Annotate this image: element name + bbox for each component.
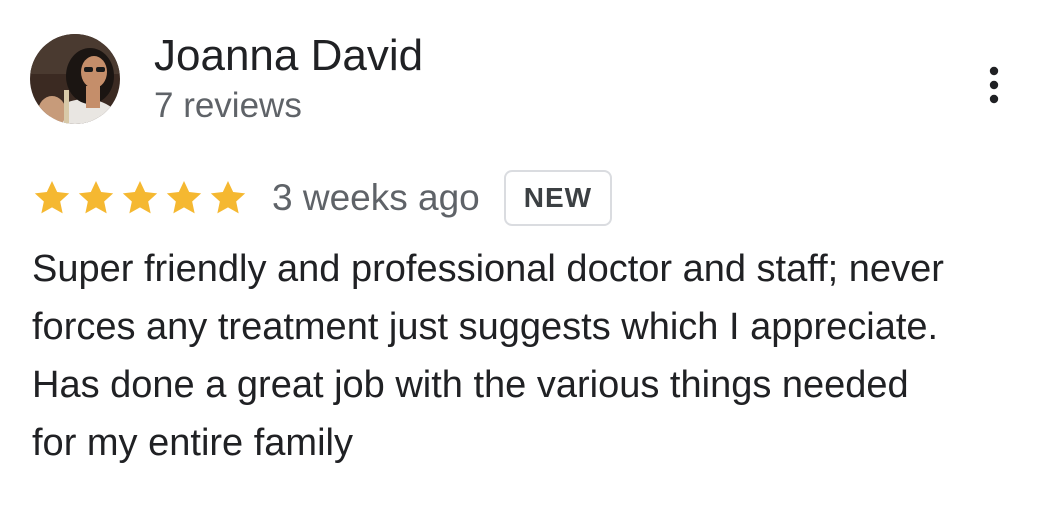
- reviewer-avatar[interactable]: [30, 34, 120, 124]
- reviewer-name[interactable]: Joanna David: [154, 30, 423, 82]
- star-icon: [210, 181, 246, 214]
- star-icon: [34, 181, 70, 214]
- new-badge: NEW: [503, 170, 613, 226]
- review-text-line: for my entire family: [32, 422, 353, 464]
- review-text-line: Has done a great job with the various th…: [32, 364, 909, 406]
- more-vert-icon: [989, 66, 999, 104]
- star-icon: [166, 181, 202, 214]
- star-icon: [78, 181, 114, 214]
- star-icon: [122, 181, 158, 214]
- more-options-button[interactable]: [976, 62, 1012, 108]
- review-text-line: Super friendly and professional doctor a…: [32, 248, 944, 290]
- profile-photo: [30, 34, 120, 124]
- rating-row: 3 weeks ago NEW: [32, 168, 613, 228]
- review-text: Super friendly and professional doctor a…: [32, 240, 1032, 472]
- review-text-line: forces any treatment just suggests which…: [32, 306, 939, 348]
- star-rating: [32, 178, 248, 218]
- review-card: Joanna David 7 reviews 3 weeks ago NEW S…: [0, 0, 1058, 514]
- review-count[interactable]: 7 reviews: [154, 84, 302, 128]
- review-time: 3 weeks ago: [272, 177, 480, 218]
